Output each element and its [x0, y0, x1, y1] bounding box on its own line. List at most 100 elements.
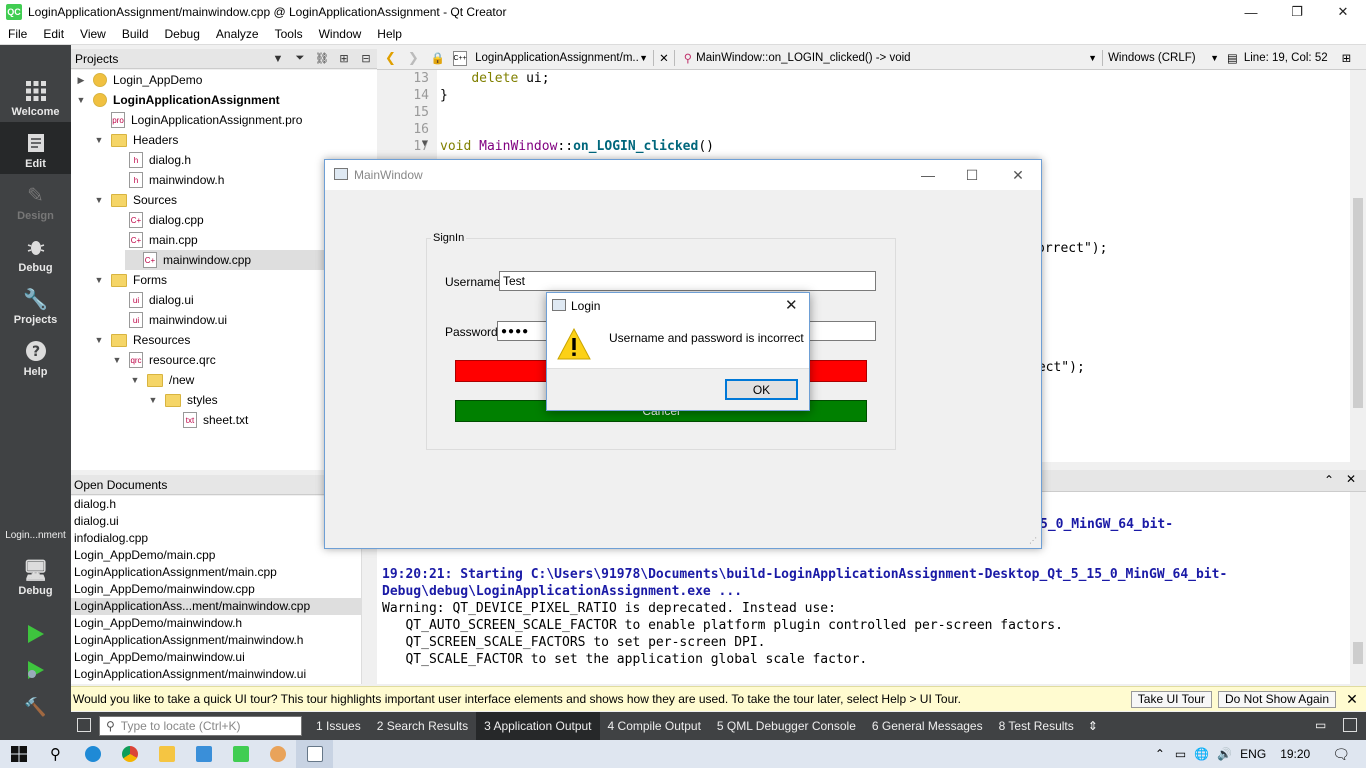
chevron-down-icon[interactable]: ▼ — [1088, 53, 1097, 63]
chevron-down-icon[interactable]: ▼ — [1210, 53, 1219, 63]
tree-item[interactable]: txt sheet.txt — [165, 410, 248, 430]
tray-chevron-up-icon[interactable]: ⌃ — [1155, 747, 1165, 761]
chevron-down-icon[interactable]: ▼ — [93, 135, 105, 145]
split-view-icon[interactable]: ⊞ — [1342, 51, 1352, 65]
search-icon[interactable]: ⚲ — [37, 740, 74, 768]
volume-icon[interactable]: 🔊 — [1217, 747, 1232, 761]
menu-view[interactable]: View — [72, 27, 114, 41]
forward-icon[interactable]: ❯ — [408, 50, 419, 66]
open-document-item[interactable]: LoginApplicationAssignment/mainwindow.ui — [71, 666, 361, 683]
run-icon[interactable] — [24, 623, 48, 647]
menu-analyze[interactable]: Analyze — [208, 27, 267, 41]
menu-edit[interactable]: Edit — [35, 27, 72, 41]
open-document-item[interactable]: infodialog.cpp — [71, 530, 361, 547]
paint-icon[interactable] — [259, 740, 296, 768]
open-document-item[interactable]: Login_AppDemo/mainwindow.ui — [71, 649, 361, 666]
scrollbar-thumb[interactable] — [1353, 642, 1363, 664]
close-icon[interactable]: ✕ — [785, 296, 798, 314]
chrome-icon[interactable] — [111, 740, 148, 768]
pane-tab[interactable]: 2 Search Results — [369, 712, 476, 740]
tree-item[interactable]: ui dialog.ui — [111, 290, 194, 310]
menu-help[interactable]: Help — [369, 27, 410, 41]
username-input[interactable]: Test — [499, 271, 876, 291]
tree-item[interactable]: ▼ styles — [147, 390, 218, 410]
battery-icon[interactable]: ▭ — [1175, 747, 1186, 761]
close-infobar-icon[interactable]: ✕ — [1342, 691, 1362, 708]
menu-build[interactable]: Build — [114, 27, 157, 41]
open-document-item[interactable]: Login_AppDemo/mainwindow.cpp — [71, 581, 361, 598]
editor-scrollbar[interactable] — [1350, 70, 1366, 462]
tree-item[interactable]: C+ dialog.cpp — [111, 210, 204, 230]
tree-item[interactable]: h dialog.h — [111, 150, 191, 170]
tree-item[interactable]: ▼ Headers — [93, 130, 179, 150]
pane-tab[interactable]: 1 Issues — [308, 712, 369, 740]
mode-help[interactable]: ? Help — [0, 330, 71, 382]
chevron-down-icon[interactable]: ▼ — [93, 195, 105, 205]
tree-item[interactable]: ▶ Login_AppDemo — [75, 70, 202, 90]
clock[interactable]: 19:20 — [1280, 747, 1310, 761]
menu-window[interactable]: Window — [311, 27, 370, 41]
resize-grip-icon[interactable]: ⋰ — [1029, 536, 1037, 545]
dropdown-arrow-icon[interactable]: ▼ — [267, 53, 289, 65]
pane-tab[interactable]: 4 Compile Output — [600, 712, 709, 740]
edge-icon[interactable] — [74, 740, 111, 768]
notepad-icon[interactable] — [185, 740, 222, 768]
mode-edit[interactable]: Edit — [0, 122, 71, 174]
chevron-down-icon[interactable]: ▼ — [111, 355, 123, 365]
line-endings-selector[interactable]: Windows (CRLF) — [1108, 52, 1210, 64]
notifications-icon[interactable]: 🗨 — [1332, 746, 1350, 763]
pane-tab[interactable]: 3 Application Output — [476, 712, 600, 740]
do-not-show-again-button[interactable]: Do Not Show Again — [1217, 690, 1336, 708]
cursor-position[interactable]: Line: 19, Col: 52 — [1244, 52, 1328, 64]
open-document-item[interactable]: LoginApplicationAssignment/main.cpp — [71, 564, 361, 581]
language-indicator[interactable]: ENG — [1240, 747, 1266, 761]
open-file-selector[interactable]: LoginApplicationAssignment/m... — [475, 52, 639, 64]
target-selector[interactable]: 🖥 Debug — [0, 545, 71, 601]
close-document-icon[interactable]: ✕ — [659, 51, 669, 65]
link-icon[interactable]: ⛓ — [311, 52, 333, 65]
pane-tab[interactable]: 5 QML Debugger Console — [709, 712, 864, 740]
close-pane-icon[interactable]: ✕ — [1346, 472, 1356, 486]
open-document-item[interactable]: LoginApplicationAss...ment/mainwindow.cp… — [71, 598, 361, 615]
open-document-item[interactable]: Login_AppDemo/main.cpp — [71, 547, 361, 564]
network-icon[interactable]: 🌐 — [1194, 747, 1209, 761]
chevron-down-icon[interactable]: ▼ — [93, 335, 105, 345]
output-scrollbar[interactable] — [1350, 492, 1366, 684]
close-icon[interactable]: ✕ — [995, 160, 1041, 190]
qt-creator-taskbar-icon[interactable] — [222, 740, 259, 768]
filter-icon[interactable]: ⏷ — [289, 52, 311, 65]
open-document-item[interactable]: Login_AppDemo/mainwindow.h — [71, 615, 361, 632]
chevron-down-icon[interactable]: ▼ — [147, 395, 159, 405]
build-icon[interactable]: 🔨 — [24, 697, 48, 721]
chevron-down-icon[interactable]: ▼ — [75, 95, 87, 105]
close-icon[interactable]: ✕ — [1320, 0, 1366, 24]
maximize-icon[interactable]: ☐ — [949, 160, 995, 190]
open-document-item[interactable]: dialog.ui — [71, 513, 361, 530]
close-panel-icon[interactable]: ⊟ — [355, 52, 377, 65]
split-icon[interactable]: ⊞ — [333, 52, 355, 65]
chevron-right-icon[interactable]: ▶ — [75, 75, 87, 86]
chevron-down-icon[interactable]: ▼ — [93, 275, 105, 285]
minimize-icon[interactable]: — — [1228, 0, 1274, 24]
fold-arrow-icon[interactable]: ▼ — [422, 139, 427, 149]
minimize-icon[interactable]: — — [905, 160, 951, 190]
locator-input[interactable]: ⚲ Type to locate (Ctrl+K) — [99, 716, 302, 736]
symbol-selector[interactable]: MainWindow::on_LOGIN_clicked() -> void — [696, 52, 1088, 64]
take-ui-tour-button[interactable]: Take UI Tour — [1130, 690, 1212, 708]
tree-item[interactable]: C+ main.cpp — [111, 230, 198, 250]
file-explorer-icon[interactable] — [148, 740, 185, 768]
chevron-down-icon[interactable]: ▼ — [639, 53, 648, 63]
mode-projects[interactable]: 🔧 Projects — [0, 278, 71, 330]
open-document-item[interactable]: LoginApplicationAssignment/mainwindow.h — [71, 632, 361, 649]
tree-item[interactable]: ui mainwindow.ui — [111, 310, 227, 330]
tree-item[interactable]: ▼ Forms — [93, 270, 167, 290]
toggle-sidebar-icon[interactable] — [77, 718, 91, 732]
tree-item[interactable]: ▼ Sources — [93, 190, 178, 210]
restore-icon[interactable]: ❐ — [1274, 0, 1320, 24]
split-editor-icon[interactable]: ▤ — [1227, 51, 1238, 65]
tree-item[interactable]: ▼ qrc resource.qrc — [111, 350, 216, 370]
maximize-pane-icon[interactable]: ⌃ — [1324, 473, 1334, 487]
panel-toggle-icon[interactable]: ▭ — [1315, 718, 1326, 732]
tree-item[interactable]: ▼ LoginApplicationAssignment — [75, 90, 280, 110]
menu-tools[interactable]: Tools — [267, 27, 311, 41]
